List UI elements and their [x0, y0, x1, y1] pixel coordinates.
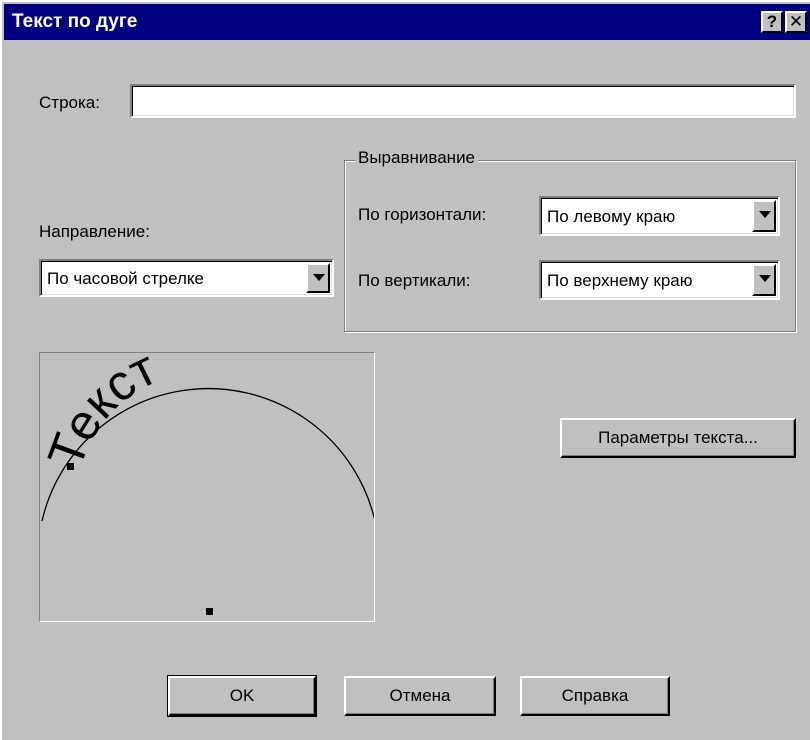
center-point-marker	[206, 608, 213, 615]
close-icon: ✕	[788, 12, 804, 31]
vertical-align-select[interactable]: По верхнему краю	[539, 260, 780, 300]
direction-select[interactable]: По часовой стрелке	[39, 259, 334, 297]
window-title: Текст по дуге	[12, 11, 138, 32]
horizontal-align-select[interactable]: По левому краю	[539, 196, 780, 236]
string-label: Строка:	[39, 93, 100, 112]
arc-preview-graphic: Текст	[37, 339, 380, 615]
title-bar[interactable]: Текст по дуге ? ✕	[4, 4, 810, 40]
chevron-down-icon[interactable]	[752, 264, 776, 296]
ok-button[interactable]: OK	[167, 675, 317, 717]
vertical-label: По вертикали:	[358, 271, 471, 290]
help-button[interactable]: ?	[761, 11, 783, 33]
preview-sample-text: Текст	[40, 353, 165, 475]
chevron-down-icon[interactable]	[752, 200, 776, 232]
alignment-group-title: Выравнивание	[355, 148, 479, 168]
preview-panel: Текст	[37, 339, 380, 622]
dialog-window: Текст по дуге ? ✕ Строка: Направление: П…	[0, 0, 810, 740]
help-dialog-button[interactable]: Справка	[520, 676, 670, 716]
chevron-down-icon[interactable]	[306, 263, 330, 293]
text-params-button[interactable]: Параметры текста...	[560, 418, 796, 458]
alignment-group	[344, 160, 796, 332]
direction-label: Направление:	[39, 222, 150, 241]
horizontal-label: По горизонтали:	[358, 205, 487, 224]
help-icon: ?	[766, 12, 778, 31]
cancel-button[interactable]: Отмена	[344, 676, 496, 716]
close-button[interactable]: ✕	[785, 11, 807, 33]
string-input[interactable]	[130, 84, 796, 118]
